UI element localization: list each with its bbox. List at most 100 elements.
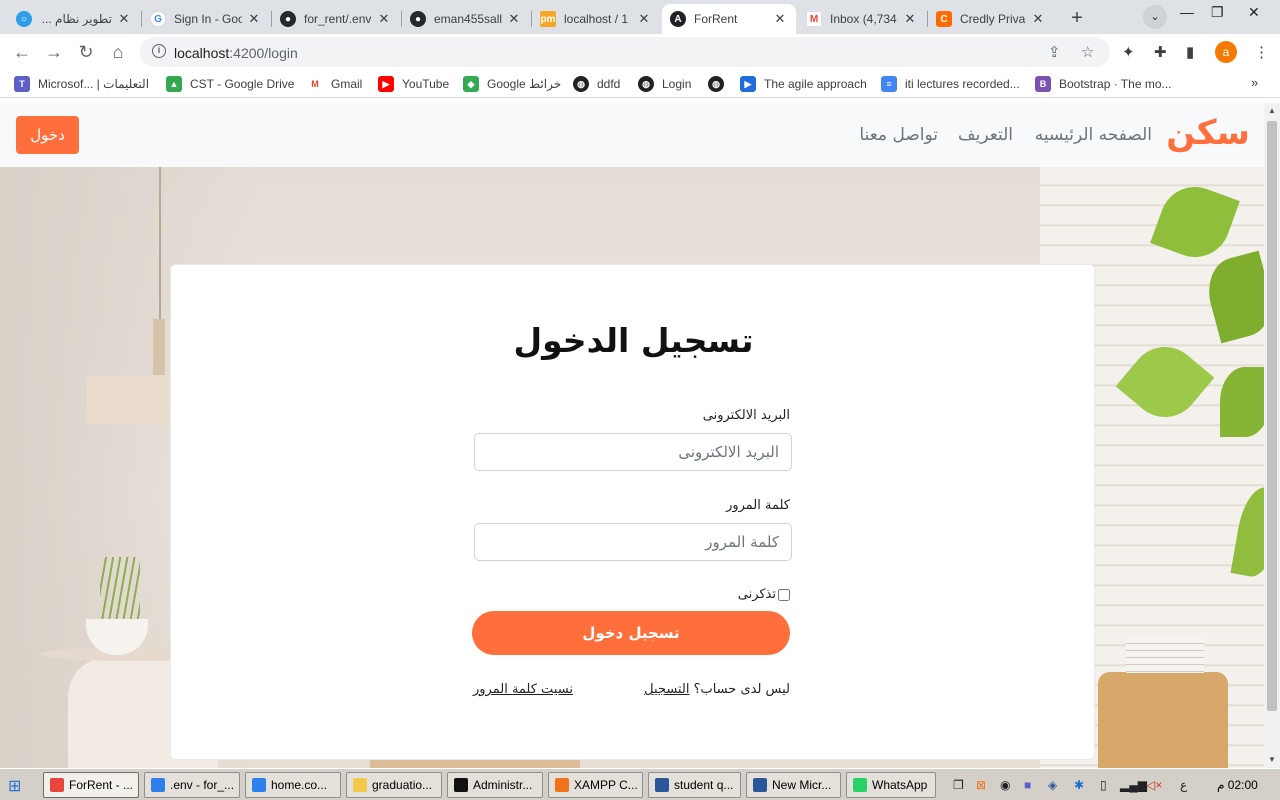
plant-grass-image <box>100 557 140 621</box>
show-desktop-icon[interactable]: ❐ <box>953 778 964 792</box>
remember-me: تذكرنى <box>738 587 790 602</box>
scroll-down-icon[interactable]: ▼ <box>1268 755 1276 764</box>
bookmark-star-icon[interactable]: ☆ <box>1081 43 1094 61</box>
bookmark-maps[interactable]: ◆ Google خرائط <box>463 76 561 92</box>
profile-avatar[interactable]: a <box>1215 41 1237 63</box>
chrome-tray-icon[interactable]: ◉ <box>1000 778 1010 792</box>
web-page: تسجيل الدخول البريد الالكترونى كلمة المر… <box>0 103 1264 768</box>
tab-6-active[interactable]: A ForRent ✕ <box>662 4 796 34</box>
brand-logo[interactable]: سكن <box>1166 113 1250 153</box>
taskbar-item[interactable]: XAMPP C... <box>548 772 643 798</box>
close-tab-icon[interactable]: ✕ <box>636 11 652 27</box>
submit-login-button[interactable]: تسجيل دخول <box>472 611 790 655</box>
password-field[interactable] <box>474 523 792 561</box>
tab-7[interactable]: M Inbox (4,734 ✕ <box>798 4 926 34</box>
tab-3[interactable]: ● for_rent/.env ✕ <box>272 4 400 34</box>
scroll-up-icon[interactable]: ▲ <box>1268 106 1276 115</box>
tab-1[interactable]: ○ تطوير نظام ... ✕ <box>8 4 140 34</box>
tab-title: localhost / 1 <box>564 12 629 26</box>
register-link[interactable]: التسجيل <box>644 682 689 697</box>
close-tab-icon[interactable]: ✕ <box>246 11 262 27</box>
browser-menu-icon[interactable]: ⋮ <box>1254 43 1269 61</box>
credly-icon: C <box>936 11 952 27</box>
taskbar-item[interactable]: New Micr... <box>746 772 841 798</box>
docs-icon: ≡ <box>881 76 897 92</box>
taskbar-clock[interactable]: 02:00 م <box>1217 778 1258 792</box>
close-tab-icon[interactable]: ✕ <box>376 11 392 27</box>
gmail-icon: M <box>307 76 323 92</box>
network-signal-icon[interactable]: ▂▄▆ <box>1120 778 1147 792</box>
extensions-puzzle-icon[interactable]: ✚ <box>1154 43 1167 61</box>
bookmark-label: Bootstrap · The mo... <box>1059 77 1172 91</box>
no-account-text: ليس لدى حساب؟ <box>693 682 790 697</box>
tab-search-icon[interactable]: ⌄ <box>1143 5 1167 29</box>
window-close-icon[interactable]: ✕ <box>1248 4 1260 21</box>
bookmark-drive[interactable]: ▲ CST - Google Drive <box>166 76 294 92</box>
taskbar-item[interactable]: .env - for_... <box>144 772 240 798</box>
remember-me-checkbox[interactable] <box>778 588 790 601</box>
close-tab-icon[interactable]: ✕ <box>772 11 788 27</box>
restore-icon[interactable]: ❐ <box>1211 4 1224 21</box>
battery-icon[interactable]: ▯ <box>1100 778 1107 792</box>
email-field[interactable] <box>474 433 792 471</box>
close-tab-icon[interactable]: ✕ <box>902 11 918 27</box>
bookmark-iti[interactable]: ≡ iti lectures recorded... <box>881 76 1020 92</box>
back-icon[interactable]: ← <box>10 40 34 64</box>
bookmark-bootstrap[interactable]: B Bootstrap · The mo... <box>1035 76 1172 92</box>
forward-icon[interactable]: → <box>42 40 66 64</box>
nav-login-button[interactable]: دخول <box>16 116 79 154</box>
nav-link-about[interactable]: التعريف <box>958 125 1013 145</box>
taskbar-item[interactable]: WhatsApp <box>846 772 936 798</box>
github-icon: ● <box>280 11 296 27</box>
scrollbar-thumb[interactable] <box>1267 121 1277 711</box>
app-tray-icon[interactable]: ◈ <box>1048 778 1057 792</box>
reload-icon[interactable]: ↻ <box>74 40 98 64</box>
volume-muted-icon[interactable]: ◁× <box>1146 778 1162 792</box>
close-tab-icon[interactable]: ✕ <box>116 11 132 27</box>
nav-link-home[interactable]: الصفحه الرئيسيه <box>1035 125 1152 145</box>
input-language[interactable]: ع <box>1180 778 1187 792</box>
close-tab-icon[interactable]: ✕ <box>506 11 522 27</box>
bookmark-login[interactable]: ◍ Login <box>638 76 691 92</box>
side-panel-icon[interactable]: ▮ <box>1186 43 1194 61</box>
bookmarks-overflow-icon[interactable]: » <box>1251 75 1258 90</box>
lamp-cord <box>159 167 161 327</box>
page-scrollbar[interactable]: ▲ ▼ <box>1264 103 1280 768</box>
teams-tray-icon[interactable]: ■ <box>1024 778 1031 792</box>
tab-2[interactable]: G Sign In - Goo ✕ <box>142 4 270 34</box>
bookmark-youtube[interactable]: ▶ YouTube <box>378 76 449 92</box>
taskbar-item[interactable]: Administr... <box>447 772 543 798</box>
site-info-icon[interactable]: i <box>152 44 166 58</box>
minimize-icon[interactable]: — <box>1180 4 1194 20</box>
share-icon[interactable]: ⇪ <box>1048 43 1061 61</box>
bluetooth-icon[interactable]: ✱ <box>1074 778 1084 792</box>
taskbar-item[interactable]: ForRent - ... <box>43 772 139 798</box>
bookmark-teams[interactable]: T Microsof... | التعليمات <box>14 76 149 92</box>
browser-tab-strip: ○ تطوير نظام ... ✕ G Sign In - Goo ✕ ● f… <box>0 0 1280 34</box>
bookmark-agile[interactable]: ▶ The agile approach <box>740 76 867 92</box>
tab-5[interactable]: pm localhost / 1 ✕ <box>532 4 660 34</box>
bookmark-ddfd[interactable]: ◍ ddfd <box>573 76 620 92</box>
bookmark-unnamed[interactable]: ◍ <box>708 76 732 92</box>
bookmark-label: The agile approach <box>764 77 867 91</box>
bookmark-label: Google خرائط <box>487 77 562 91</box>
url-text[interactable]: localhost:4200/login <box>174 45 298 61</box>
video-icon: ▶ <box>740 76 756 92</box>
bookmark-gmail[interactable]: M Gmail <box>307 76 362 92</box>
tab-8[interactable]: C Credly Privac ✕ <box>928 4 1054 34</box>
extension-translate-icon[interactable]: ✦ <box>1122 43 1135 61</box>
taskbar-item[interactable]: student q... <box>648 772 741 798</box>
tab-4[interactable]: ● eman455salli ✕ <box>402 4 530 34</box>
new-tab-button[interactable]: + <box>1064 6 1090 32</box>
taskbar-item[interactable]: home.co... <box>245 772 341 798</box>
folder-icon <box>353 778 367 792</box>
nav-link-contact[interactable]: تواصل معنا <box>859 125 938 145</box>
forgot-password-link[interactable]: نسيت كلمة المرور <box>473 682 573 697</box>
close-tab-icon[interactable]: ✕ <box>1030 11 1046 27</box>
home-icon[interactable]: ⌂ <box>106 40 130 64</box>
xampp-tray-icon[interactable]: ⊠ <box>976 778 986 792</box>
windows-start-icon[interactable]: ⊞ <box>8 776 21 796</box>
address-bar[interactable]: i localhost:4200/login ⇪ ☆ <box>140 37 1110 67</box>
wooden-stool-image <box>1098 672 1228 768</box>
taskbar-item[interactable]: graduatio... <box>346 772 442 798</box>
